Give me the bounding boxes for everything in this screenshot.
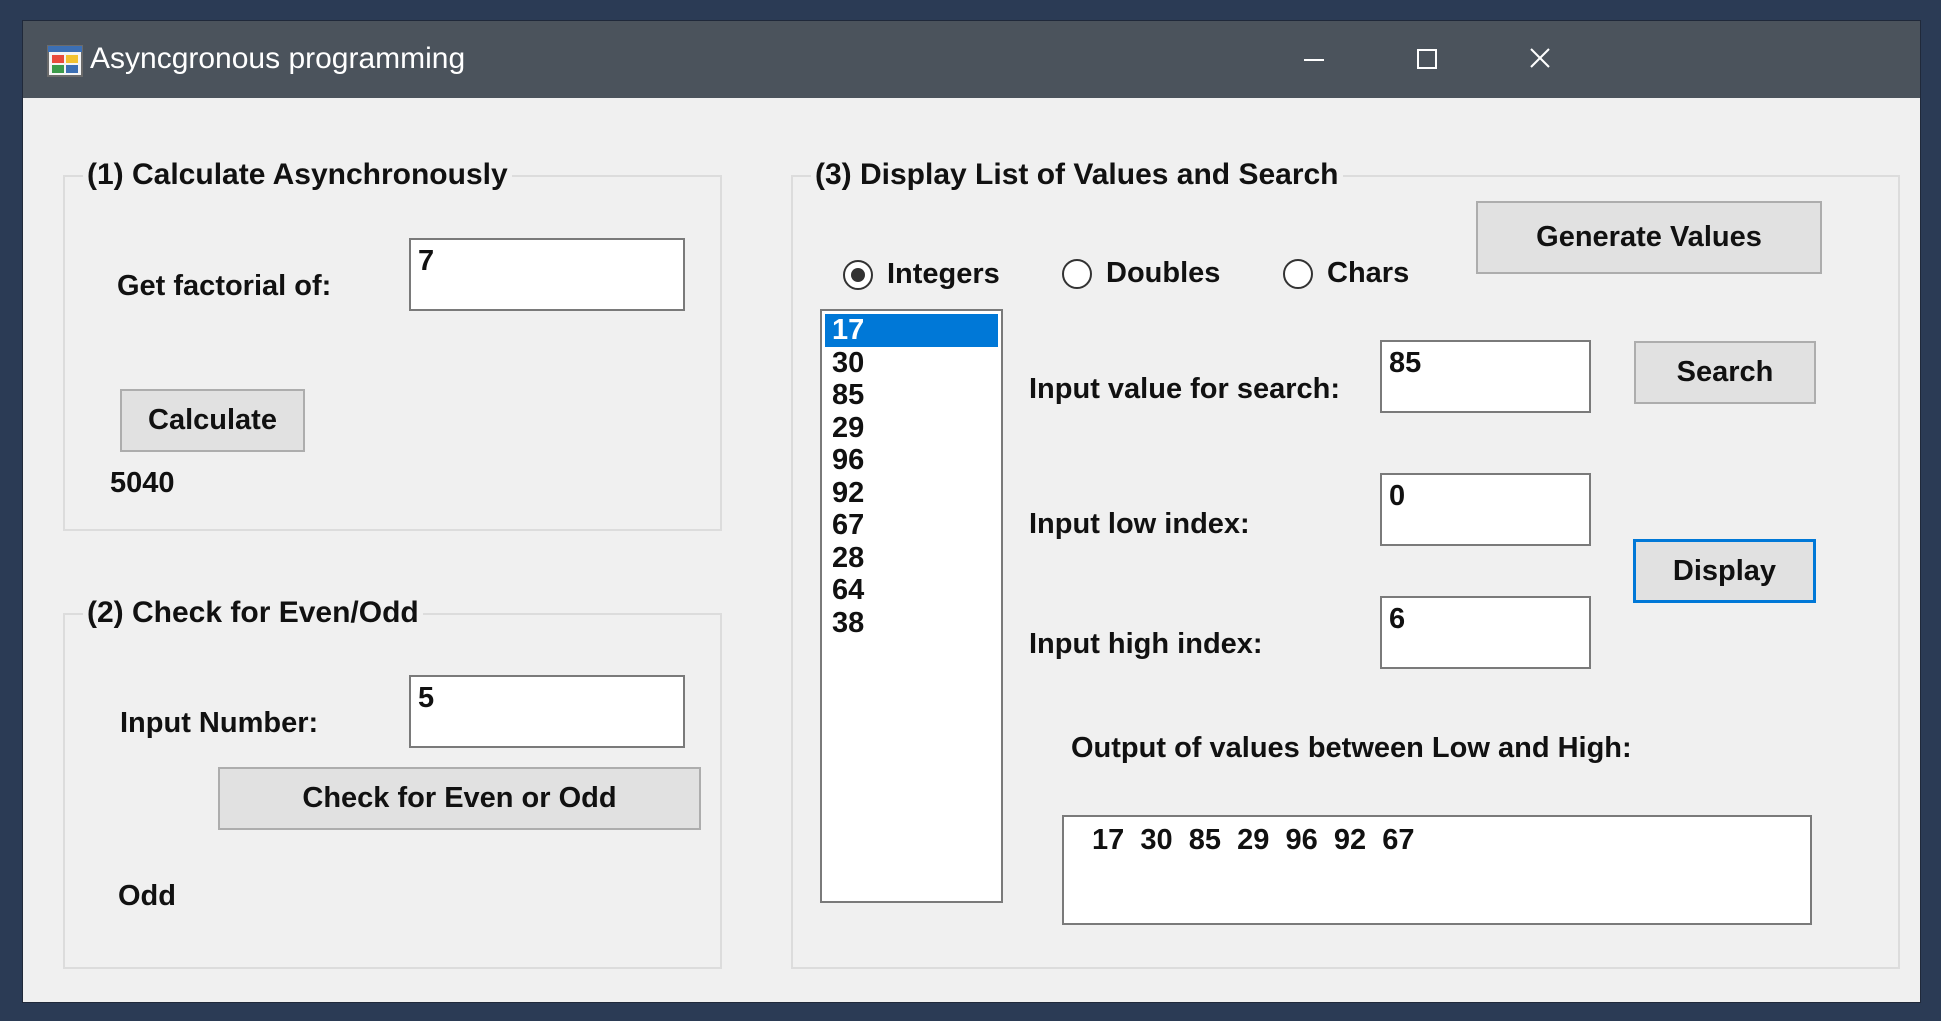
calculate-button[interactable]: Calculate [120,389,305,452]
radio-chars-label: Chars [1327,257,1410,289]
radio-integers-label: Integers [887,258,1000,290]
radio-integers-circle[interactable] [843,259,873,290]
output-values-box[interactable]: 17 30 85 29 96 92 67 [1062,815,1812,925]
radio-doubles-label: Doubles [1106,257,1221,289]
group-even-odd-legend: (2) Check for Even/Odd [83,593,423,633]
values-listbox[interactable]: 17 30 85 29 96 92 67 28 64 38 [820,309,1003,903]
list-item[interactable]: 17 [825,314,998,347]
minimize-button[interactable] [1284,35,1344,83]
high-index-label: Input high index: [1029,628,1263,660]
list-item[interactable]: 96 [825,444,998,477]
list-item[interactable]: 29 [825,412,998,445]
app-window: Asyncgronous programming (1) Calculate A… [23,21,1920,1002]
list-item[interactable]: 67 [825,509,998,542]
client-area: (1) Calculate Asynchronously Get factori… [23,98,1920,1002]
group-calculate-legend: (1) Calculate Asynchronously [83,155,512,195]
generate-values-button[interactable]: Generate Values [1476,201,1822,274]
list-item[interactable]: 38 [825,607,998,640]
search-value-label: Input value for search: [1029,373,1341,405]
maximize-icon [1417,49,1437,69]
app-form-icon [47,43,83,79]
radio-doubles-circle[interactable] [1062,258,1092,289]
display-button[interactable]: Display [1633,539,1816,603]
check-even-odd-button[interactable]: Check for Even or Odd [218,767,701,830]
title-bar[interactable]: Asyncgronous programming [23,21,1920,98]
radio-chars-circle[interactable] [1283,258,1313,289]
window-title: Asyncgronous programming [90,42,466,75]
low-index-label: Input low index: [1029,508,1250,540]
radio-chars[interactable]: Chars [1283,257,1409,290]
values-list: 17 30 85 29 96 92 67 28 64 38 [825,314,998,639]
input-number-label: Input Number: [120,707,319,739]
list-item[interactable]: 30 [825,347,998,380]
search-value-input[interactable]: 85 [1380,340,1591,413]
high-index-input[interactable]: 6 [1380,596,1591,669]
close-button[interactable] [1510,35,1570,83]
output-label: Output of values between Low and High: [1071,732,1632,764]
maximize-button[interactable] [1397,35,1457,83]
list-item[interactable]: 64 [825,574,998,607]
low-index-input[interactable]: 0 [1380,473,1591,546]
input-number-field[interactable]: 5 [409,675,685,748]
list-item[interactable]: 85 [825,379,998,412]
list-item[interactable]: 28 [825,542,998,575]
search-button[interactable]: Search [1634,341,1816,404]
close-icon [1530,48,1550,68]
factorial-result: 5040 [110,467,175,499]
minimize-icon [1304,59,1324,61]
radio-doubles[interactable]: Doubles [1062,257,1220,290]
group-list-search-legend: (3) Display List of Values and Search [811,155,1343,195]
list-item[interactable]: 92 [825,477,998,510]
even-odd-result: Odd [118,880,176,912]
radio-integers[interactable]: Integers [843,258,1000,291]
factorial-label: Get factorial of: [117,270,332,302]
factorial-input[interactable]: 7 [409,238,685,311]
